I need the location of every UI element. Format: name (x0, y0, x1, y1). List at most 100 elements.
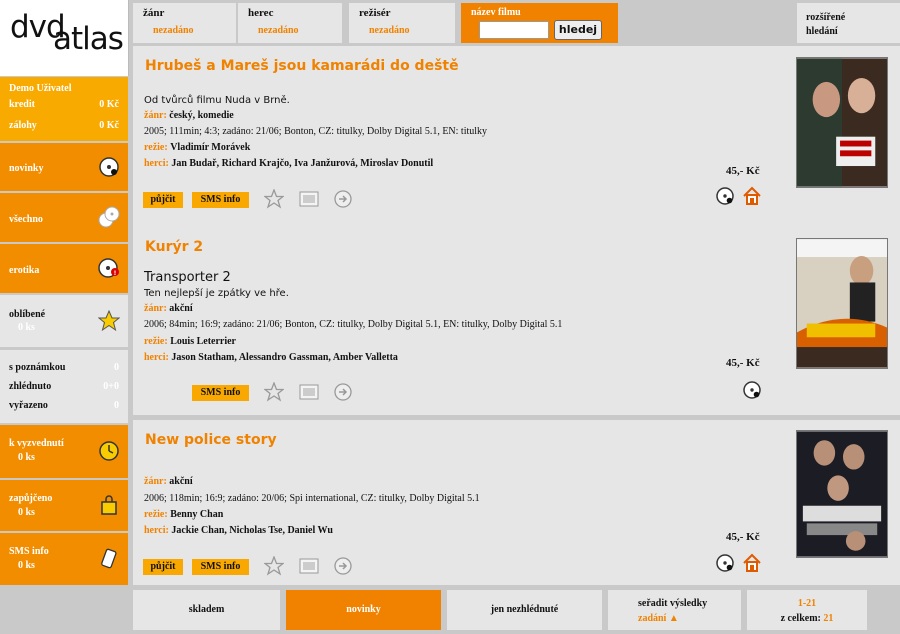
sidebar-item-favorites[interactable]: oblíbené 0 ks (0, 295, 128, 347)
movie-price: 45,- Kč (726, 165, 760, 177)
star-icon (98, 310, 120, 332)
sidebar-item-pickup[interactable]: k vyzvednutí 0 ks (0, 425, 128, 478)
movie-director: Vladimír Morávek (170, 142, 251, 153)
filter-new-button[interactable]: novinky (286, 590, 441, 630)
bag-icon (101, 495, 117, 515)
sms-info-button[interactable]: SMS info (192, 559, 249, 575)
sidebar-item-favorites-label: oblíbené (9, 309, 46, 320)
filter-director[interactable]: režisér nezadáno (349, 3, 455, 43)
disc-icon (743, 381, 761, 399)
movie-card: Kurýr 2 Transporter 2 Ten nejlepší je zp… (133, 227, 900, 415)
stat-seen-label: zhlédnuto (9, 381, 52, 392)
search-button[interactable]: hledej (554, 20, 602, 40)
sms-info-button[interactable]: SMS info (192, 192, 249, 208)
logo[interactable]: dvd atlas (0, 0, 129, 76)
movie-genre: akční (169, 303, 193, 314)
stat-removed-value: 0 (114, 400, 119, 411)
advanced-search-line1: rozšířené (806, 12, 846, 23)
sort-value[interactable]: zadání ▲ (638, 613, 741, 624)
filter-director-label: režisér (359, 7, 391, 19)
filter-actor-label: herec (248, 7, 274, 19)
seen-arrow-icon[interactable] (333, 556, 353, 576)
star-outline-icon[interactable] (264, 556, 284, 576)
star-outline-icon[interactable] (264, 382, 284, 402)
home-delivery-icon[interactable] (742, 553, 762, 573)
sidebar-item-pickup-label: k vyzvednutí (9, 438, 64, 449)
filter-in-stock-button[interactable]: skladem (133, 590, 280, 630)
filter-unseen-button[interactable]: jen nezhlédnuté (447, 590, 602, 630)
movie-poster[interactable] (796, 430, 888, 558)
credit-label: kredit (9, 99, 35, 110)
movie-genre: akční (169, 476, 193, 487)
filter-actor[interactable]: herec nezadáno (238, 3, 342, 43)
movie-description: Od tvůrců filmu Nuda v Brně. (144, 95, 290, 106)
deposit-value: 0 Kč (99, 120, 119, 131)
sidebar-item-sms[interactable]: SMS info 0 ks (0, 533, 128, 585)
phone-icon (101, 548, 117, 569)
filter-genre-value: nezadáno (153, 25, 194, 36)
rent-button[interactable]: půjčit (143, 559, 183, 575)
advanced-search-link[interactable]: rozšířené hledání (797, 3, 900, 43)
sidebar-item-erotic[interactable]: erotika ! (0, 244, 128, 293)
seen-arrow-icon[interactable] (333, 189, 353, 209)
filter-genre[interactable]: žánr nezadáno (133, 3, 236, 43)
movie-genre: český, komedie (169, 110, 234, 121)
disc-icon (716, 554, 734, 572)
sidebar-item-sms-label: SMS info (9, 546, 49, 557)
results-range[interactable]: 1-21 (747, 598, 867, 609)
star-outline-icon[interactable] (264, 189, 284, 209)
clock-icon (99, 441, 119, 461)
sidebar-item-all-label: všechno (9, 214, 43, 225)
actors-label: herci: (144, 158, 169, 169)
sidebar-item-new[interactable]: novinky (0, 143, 128, 191)
movie-info: 2005; 111min; 4:3; zadáno: 21/06; Bonton… (144, 126, 488, 137)
borrowed-count: 0 ks (18, 507, 35, 518)
director-label: režie: (144, 336, 168, 347)
title-search-input[interactable] (479, 21, 549, 39)
stat-removed-label: vyřazeno (9, 400, 48, 411)
user-panel: Demo Uživatel kredit 0 Kč zálohy 0 Kč (0, 77, 128, 141)
actors-label: herci: (144, 525, 169, 536)
filter-title-label: název filmu (471, 7, 521, 18)
total-label: z celkem: (780, 613, 821, 624)
rent-button[interactable]: půjčit (143, 192, 183, 208)
filter-director-value: nezadáno (369, 25, 410, 36)
stat-seen-value: 0+0 (103, 381, 119, 392)
movie-title[interactable]: Hrubeš a Mareš jsou kamarádi do deště (145, 58, 459, 74)
sidebar-item-borrowed[interactable]: zapůjčeno 0 ks (0, 480, 128, 531)
movie-poster[interactable] (796, 57, 888, 188)
movie-actors: Jackie Chan, Nicholas Tse, Daniel Wu (171, 525, 333, 536)
sms-info-button[interactable]: SMS info (192, 385, 249, 401)
user-name: Demo Uživatel (9, 83, 72, 94)
stat-notes-value: 0 (114, 362, 119, 373)
favorites-count: 0 ks (18, 322, 35, 333)
movie-price: 45,- Kč (726, 531, 760, 543)
sort-control[interactable]: seřadit výsledky zadání ▲ (608, 590, 741, 630)
movie-title[interactable]: Kurýr 2 (145, 239, 203, 255)
movie-description: Ten nejlepší je zpátky ve hře. (144, 288, 289, 299)
sidebar-item-new-label: novinky (9, 163, 44, 174)
filter-actor-value: nezadáno (258, 25, 299, 36)
picture-icon[interactable] (299, 556, 319, 576)
director-label: režie: (144, 142, 168, 153)
stats-panel: s poznámkou 0 zhlédnuto 0+0 vyřazeno 0 (0, 350, 128, 423)
movie-actors: Jason Statham, Alessandro Gassman, Amber… (171, 352, 398, 363)
disc-icon (99, 157, 119, 177)
sort-label: seřadit výsledky (638, 598, 708, 609)
home-delivery-icon[interactable] (742, 186, 762, 206)
movie-info: 2006; 118min; 16:9; zadáno: 20/06; Spi i… (144, 493, 480, 504)
logo-text-atlas: atlas (53, 21, 124, 57)
stat-notes-label: s poznámkou (9, 362, 66, 373)
seen-arrow-icon[interactable] (333, 382, 353, 402)
movie-card: Hrubeš a Mareš jsou kamarádi do deště Od… (133, 46, 900, 232)
total-count: 21 (823, 613, 834, 624)
director-label: režie: (144, 509, 168, 520)
movie-card: New police story žánr: akční 2006; 118mi… (133, 420, 900, 585)
sidebar-item-all[interactable]: všechno (0, 193, 128, 242)
credit-value: 0 Kč (99, 99, 119, 110)
pagination-info: 1-21 z celkem: 21 (747, 590, 867, 630)
movie-poster[interactable] (796, 238, 888, 369)
picture-icon[interactable] (299, 382, 319, 402)
movie-title[interactable]: New police story (145, 432, 277, 448)
picture-icon[interactable] (299, 189, 319, 209)
